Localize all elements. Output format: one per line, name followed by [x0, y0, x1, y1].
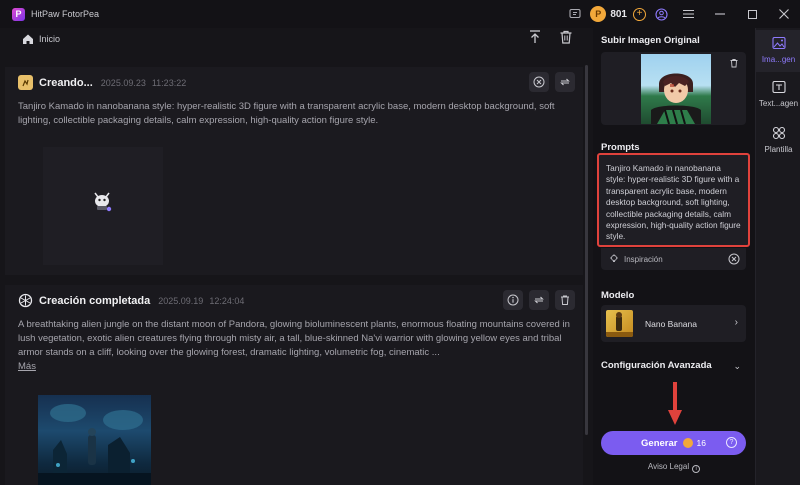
upload-dropzone[interactable] — [601, 52, 746, 125]
remove-image-icon[interactable] — [729, 58, 739, 68]
card-actions — [529, 72, 575, 92]
inspiration-button[interactable]: Inspiración — [624, 255, 663, 264]
legal-label: Aviso Legal — [647, 462, 690, 471]
generated-image[interactable] — [38, 395, 151, 485]
image-icon — [771, 36, 786, 50]
info-icon: i — [692, 465, 701, 473]
generation-placeholder — [43, 147, 163, 265]
feed-scrollbar[interactable] — [585, 65, 588, 435]
account-icon[interactable] — [650, 0, 672, 28]
card-header: Creación completada 2025.09.19 12:24:04 — [18, 293, 244, 308]
upload-icon[interactable] — [527, 29, 543, 45]
home-icon[interactable] — [22, 33, 34, 45]
model-thumbnail-icon — [18, 75, 33, 90]
template-icon — [772, 126, 785, 140]
card-time: 12:24:04 — [209, 295, 245, 306]
openai-icon — [18, 293, 33, 308]
app-logo-icon: P — [12, 7, 25, 21]
card-prompt-text: Tanjiro Kamado in nanobanana style: hype… — [18, 101, 555, 126]
coin-count: 801 — [610, 8, 627, 20]
app-title: HitPaw FotorPea — [31, 9, 100, 19]
model-section-title: Modelo — [601, 290, 635, 301]
creation-card: Creación completada 2025.09.19 12:24:04 A… — [5, 285, 583, 485]
feedback-icon[interactable] — [564, 0, 586, 28]
card-prompt-text: A breathtaking alien jungle on the dista… — [18, 318, 573, 374]
uploaded-image — [641, 54, 711, 124]
advanced-settings-toggle[interactable]: Configuración Avanzada — [601, 360, 712, 371]
legal-notice-link[interactable]: Aviso Legal i — [593, 462, 755, 473]
coin-balance[interactable]: P 801 + — [590, 6, 646, 22]
card-time: 11:23:22 — [151, 77, 187, 88]
chevron-right-icon: › — [734, 317, 738, 328]
help-icon[interactable]: ? — [726, 437, 737, 448]
main-toolbar: Inicio — [0, 28, 590, 50]
creation-feed: Creando... 2025.09.23 11:23:22 Tanjiro Ka… — [0, 57, 590, 485]
pointer-arrow-icon — [668, 382, 682, 425]
prompts-section-title: Prompts — [601, 142, 640, 153]
delete-all-icon[interactable] — [558, 29, 574, 45]
menu-icon[interactable] — [672, 0, 704, 28]
text-image-icon — [771, 80, 786, 94]
card-timestamp: 2025.09.19 12:24:04 — [158, 296, 244, 306]
rail-item-template[interactable]: Plantilla — [756, 120, 800, 162]
maximize-button[interactable] — [736, 0, 768, 28]
card-header: Creando... 2025.09.23 11:23:22 — [18, 75, 186, 90]
rail-item-text-to-image[interactable]: Text...agen — [756, 74, 800, 116]
clear-prompt-icon[interactable] — [728, 253, 740, 265]
card-status-title: Creación completada — [39, 294, 151, 307]
title-bar-controls: P 801 + — [564, 0, 800, 28]
card-date: 2025.09.19 — [158, 295, 204, 306]
card-actions — [503, 290, 575, 310]
minimize-button[interactable] — [704, 0, 736, 28]
generate-label: Generar — [641, 437, 678, 449]
model-thumbnail-icon — [606, 310, 633, 337]
mode-rail: Ima...gen Text...agen Plantilla — [755, 28, 800, 485]
title-bar: P HitPaw FotorPea P 801 + — [0, 0, 800, 28]
card-status-title: Creando... — [39, 76, 93, 89]
chevron-down-icon[interactable]: ⌄ — [733, 361, 741, 372]
delete-button[interactable] — [555, 290, 575, 310]
show-more-link[interactable]: Más — [18, 361, 36, 372]
coin-icon — [683, 438, 694, 448]
card-timestamp: 2025.09.23 11:23:22 — [101, 78, 186, 88]
rail-item-label: Plantilla — [764, 145, 793, 154]
rail-item-label: Ima...gen — [761, 55, 796, 64]
generate-cost: 16 — [696, 438, 706, 448]
coin-icon: P — [590, 6, 607, 22]
app-window: P HitPaw FotorPea P 801 + Inicio Creando… — [0, 0, 800, 485]
model-name: Nano Banana — [645, 318, 697, 329]
close-window-button[interactable] — [768, 0, 800, 28]
lightbulb-icon — [610, 254, 618, 262]
model-selector[interactable]: Nano Banana › — [601, 305, 746, 342]
add-coins-button[interactable]: + — [633, 7, 646, 21]
home-link[interactable]: Inicio — [39, 34, 60, 44]
generate-button[interactable]: Generar 16 ? — [601, 431, 746, 455]
cancel-button[interactable] — [529, 72, 549, 92]
prompt-textarea[interactable]: Tanjiro Kamado in nanobanana style: hype… — [597, 153, 750, 247]
loading-mascot-icon — [94, 192, 112, 212]
info-button[interactable] — [503, 290, 523, 310]
card-prompt-body: A breathtaking alien jungle on the dista… — [18, 319, 570, 358]
upload-section-title: Subir Imagen Original — [601, 35, 700, 46]
creation-card: Creando... 2025.09.23 11:23:22 Tanjiro Ka… — [5, 67, 583, 275]
settings-panel: Subir Imagen Original Prompts Tanjiro Ka… — [593, 28, 755, 485]
regenerate-button[interactable] — [555, 72, 575, 92]
inspiration-bar: Inspiración — [601, 248, 746, 270]
rail-item-label: Text...agen — [758, 99, 799, 108]
rail-item-image[interactable]: Ima...gen — [756, 30, 800, 72]
regenerate-button[interactable] — [529, 290, 549, 310]
card-date: 2025.09.23 — [100, 77, 146, 88]
